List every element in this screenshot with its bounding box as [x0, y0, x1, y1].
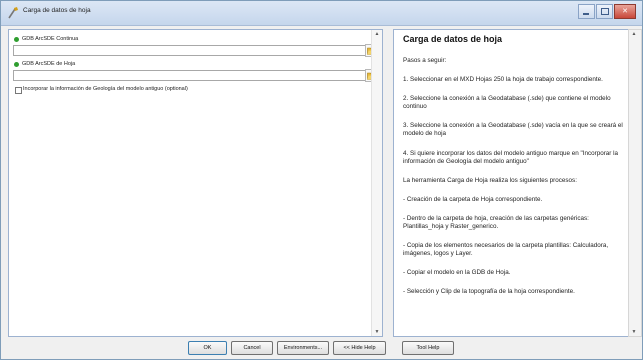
incorporar-geologia-label[interactable]: Incorporar la información de Geología de…	[23, 86, 188, 92]
help-body: Pasos a seguir: 1. Seleccionar en el MXD…	[403, 57, 625, 308]
help-paragraph: Pasos a seguir:	[403, 57, 447, 64]
help-paragraph: La herramienta Carga de Hoja realiza los…	[403, 176, 577, 184]
help-paragraph: - Creación de la carpeta de Hoja corresp…	[403, 195, 543, 203]
window-title: Carga de datos de hoja	[23, 7, 91, 14]
help-title: Carga de datos de hoja	[403, 34, 503, 44]
scroll-down-icon[interactable]: ▼	[631, 329, 637, 335]
title-bar[interactable]: Carga de datos de hoja ✕	[1, 1, 642, 26]
help-paragraph: 1. Seleccionar en el MXD Hojas 250 la ho…	[403, 76, 603, 84]
help-paragraph: 3. Seleccione la conexión a la Geodataba…	[403, 122, 623, 138]
help-pane: Carga de datos de hoja Pasos a seguir: 1…	[393, 29, 629, 337]
help-paragraph: 2. Seleccione la conexión a la Geodataba…	[403, 95, 611, 111]
gdb-continua-input[interactable]	[13, 45, 366, 56]
gdb-hoja-input[interactable]	[13, 70, 366, 81]
close-button[interactable]: ✕	[614, 4, 636, 19]
parameters-scrollbar[interactable]: ▲ ▼	[371, 30, 382, 336]
ok-button[interactable]: OK	[188, 341, 227, 355]
button-bar: OK Cancel Environments... << Hide Help T…	[1, 337, 642, 359]
tool-dialog-window: Carga de datos de hoja ✕ GDB ArcSDE Cont…	[0, 0, 643, 360]
scroll-down-icon[interactable]: ▼	[374, 329, 380, 335]
hide-help-button[interactable]: << Hide Help	[333, 341, 386, 355]
scroll-up-icon[interactable]: ▲	[374, 31, 380, 37]
maximize-button[interactable]	[596, 4, 613, 19]
tool-help-button[interactable]: Tool Help	[402, 341, 454, 355]
help-paragraph: 4. Si quiere incorporar los datos del mo…	[403, 149, 619, 165]
help-scrollbar[interactable]: ▲ ▼	[628, 29, 642, 337]
scroll-up-icon[interactable]: ▲	[631, 31, 637, 37]
help-paragraph: - Copia de los elementos necesarios de l…	[403, 242, 609, 258]
tool-icon	[8, 7, 18, 19]
help-paragraph: - Dentro de la carpeta de hoja, creación…	[403, 214, 589, 231]
required-dot-icon	[14, 37, 19, 42]
parameters-pane: GDB ArcSDE Continua GDB ArcSDE de Hoja I…	[8, 29, 383, 337]
incorporar-geologia-checkbox[interactable]	[15, 87, 22, 94]
maximize-icon	[601, 8, 609, 15]
minimize-icon	[583, 13, 589, 15]
required-dot-icon	[14, 62, 19, 67]
minimize-button[interactable]	[578, 4, 595, 19]
help-paragraph: - Copiar el modelo en la GDB de Hoja.	[403, 269, 511, 277]
environments-button[interactable]: Environments...	[277, 341, 329, 355]
help-paragraph: - Selección y Clip de la topografía de l…	[403, 288, 575, 296]
close-icon: ✕	[622, 8, 628, 15]
window-controls: ✕	[577, 4, 636, 19]
cancel-button[interactable]: Cancel	[231, 341, 273, 355]
